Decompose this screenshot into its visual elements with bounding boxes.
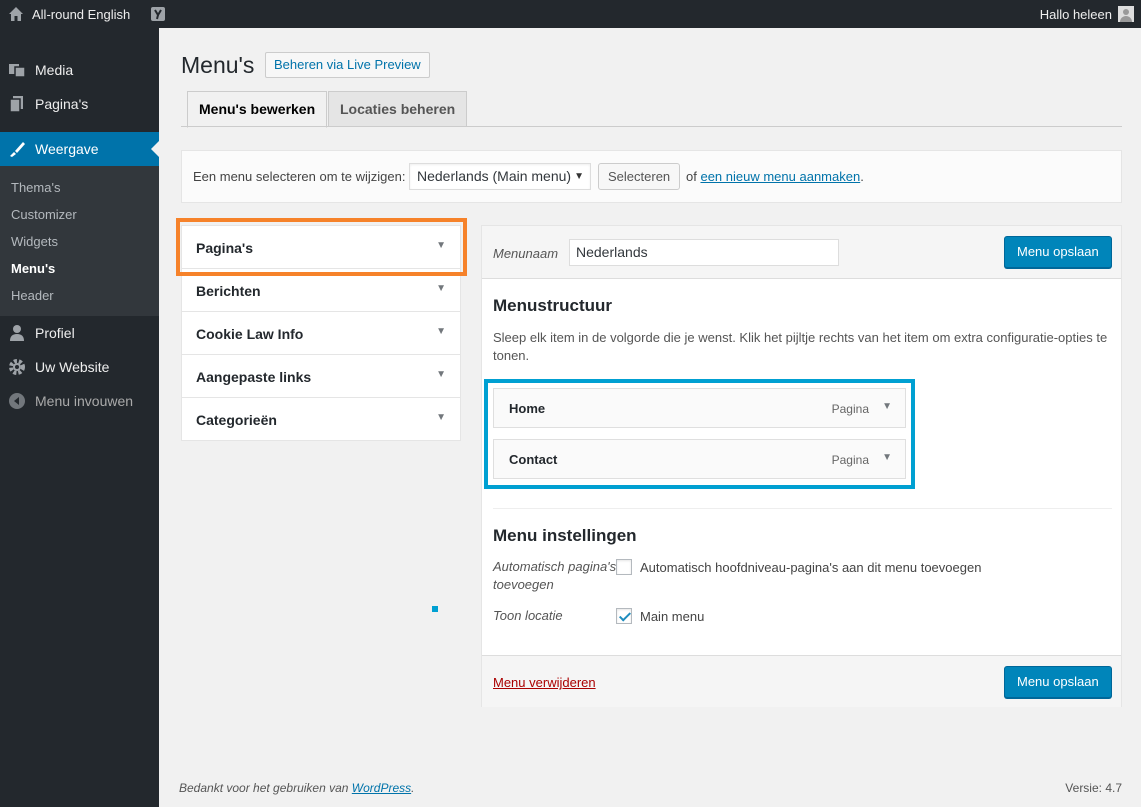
triangle-down-icon[interactable]: ▼ bbox=[436, 412, 446, 423]
triangle-down-icon[interactable]: ▼ bbox=[436, 369, 446, 380]
tab-divider bbox=[181, 126, 1122, 127]
footer-period: . bbox=[411, 781, 415, 795]
settings-icon bbox=[7, 357, 27, 377]
delete-menu-link[interactable]: Menu verwijderen bbox=[493, 675, 596, 690]
profile-icon bbox=[7, 323, 27, 343]
page-title: Menu's bbox=[181, 52, 255, 78]
site-name-link[interactable]: All-round English bbox=[32, 0, 130, 28]
appearance-submenu: Thema's Customizer Widgets Menu's Header bbox=[0, 166, 159, 316]
collapse-icon bbox=[7, 391, 27, 411]
submenu-item-widgets[interactable]: Widgets bbox=[11, 234, 58, 249]
accordion-cookie-law-info[interactable]: Cookie Law Info ▼ bbox=[182, 312, 460, 355]
admin-sidebar: Media Pagina's Weergave Thema's Customiz… bbox=[0, 28, 159, 807]
sidebar-item-label: Uw Website bbox=[35, 359, 110, 375]
caret-down-icon: ▼ bbox=[574, 171, 584, 182]
auto-add-label: Automatisch pagina's toevoegen bbox=[493, 559, 617, 592]
menu-select[interactable]: Nederlands (Main menu) ▼ bbox=[409, 163, 591, 190]
accordion-label: Aangepaste links bbox=[196, 369, 312, 385]
home-icon[interactable] bbox=[8, 0, 24, 28]
submenu-item-customizer[interactable]: Customizer bbox=[11, 207, 77, 222]
sidebar-item-label: Menu invouwen bbox=[35, 393, 134, 409]
footer-thanks-text: Bedankt voor het gebruiken van bbox=[179, 781, 349, 795]
sidebar-item-appearance[interactable]: Weergave bbox=[0, 132, 159, 166]
new-menu-link[interactable]: een nieuw menu aanmaken bbox=[700, 169, 860, 184]
panel-header: Menunaam Nederlands Menu opslaan bbox=[482, 226, 1121, 279]
yoast-icon[interactable] bbox=[150, 0, 166, 28]
select-button[interactable]: Selecteren bbox=[598, 163, 681, 190]
media-icon bbox=[7, 60, 27, 80]
or-label: of bbox=[686, 169, 697, 184]
highlight-box-orange bbox=[176, 218, 467, 276]
menu-name-input[interactable]: Nederlands bbox=[569, 239, 839, 266]
accordion-custom-links[interactable]: Aangepaste links ▼ bbox=[182, 355, 460, 398]
main-menu-checkbox[interactable] bbox=[616, 608, 632, 624]
sidebar-item-pages[interactable]: Pagina's bbox=[0, 87, 159, 121]
new-menu-text: of een nieuw menu aanmaken. bbox=[686, 169, 864, 184]
menu-select-value: Nederlands (Main menu) bbox=[417, 168, 572, 184]
live-preview-button[interactable]: Beheren via Live Preview bbox=[265, 52, 430, 78]
menu-structure-title: Menustructuur bbox=[493, 296, 612, 315]
triangle-down-icon[interactable]: ▼ bbox=[436, 326, 446, 337]
wordpress-link[interactable]: WordPress bbox=[352, 781, 411, 795]
panel-footer: Menu verwijderen Menu opslaan bbox=[482, 655, 1121, 707]
sidebar-item-label: Pagina's bbox=[35, 96, 89, 112]
save-menu-button[interactable]: Menu opslaan bbox=[1004, 236, 1112, 268]
accordion-label: Categorieën bbox=[196, 412, 277, 428]
section-divider bbox=[493, 508, 1112, 509]
menu-name-label: Menunaam bbox=[493, 246, 559, 261]
pages-icon bbox=[7, 94, 27, 114]
footer-thanks: Bedankt voor het gebruiken van WordPress… bbox=[179, 781, 414, 795]
menu-structure-description: Sleep elk item in de volgorde die je wen… bbox=[493, 330, 1108, 363]
sidebar-collapse[interactable]: Menu invouwen bbox=[0, 384, 159, 418]
sidebar-item-website[interactable]: Uw Website bbox=[0, 350, 159, 384]
period: . bbox=[860, 169, 864, 184]
main-menu-text: Main menu bbox=[640, 609, 705, 624]
sidebar-item-media[interactable]: Media bbox=[0, 53, 159, 87]
tab-edit-menus[interactable]: Menu's bewerken bbox=[187, 91, 328, 128]
auto-add-checkbox[interactable] bbox=[616, 559, 632, 575]
greeting-link[interactable]: Hallo heleen bbox=[1040, 7, 1112, 22]
accordion-categories[interactable]: Categorieën ▼ bbox=[182, 398, 460, 441]
tab-manage-locations[interactable]: Locaties beheren bbox=[328, 91, 468, 127]
submenu-item-menus[interactable]: Menu's bbox=[11, 261, 55, 276]
appearance-icon bbox=[7, 139, 27, 159]
accordion-label: Berichten bbox=[196, 283, 261, 299]
admin-bar: All-round English Hallo heleen bbox=[0, 0, 1141, 28]
avatar[interactable] bbox=[1118, 6, 1134, 22]
sidebar-item-label: Weergave bbox=[35, 141, 99, 157]
sidebar-item-label: Profiel bbox=[35, 325, 75, 341]
highlight-box-blue bbox=[484, 379, 915, 489]
location-label: Toon locatie bbox=[493, 608, 563, 623]
triangle-down-icon[interactable]: ▼ bbox=[436, 283, 446, 294]
submenu-item-header[interactable]: Header bbox=[11, 288, 54, 303]
sidebar-item-profile[interactable]: Profiel bbox=[0, 316, 159, 350]
menu-settings-title: Menu instellingen bbox=[493, 526, 637, 545]
accordion-label: Cookie Law Info bbox=[196, 326, 304, 342]
blue-marker bbox=[432, 606, 438, 612]
footer-version: Versie: 4.7 bbox=[1065, 781, 1122, 795]
auto-add-text: Automatisch hoofdniveau-pagina's aan dit… bbox=[640, 560, 982, 575]
save-menu-button-bottom[interactable]: Menu opslaan bbox=[1004, 666, 1112, 698]
submenu-item-themes[interactable]: Thema's bbox=[11, 180, 60, 195]
sidebar-item-label: Media bbox=[35, 62, 74, 78]
manage-label: Een menu selecteren om te wijzigen: bbox=[193, 169, 406, 184]
manage-menus-box: Een menu selecteren om te wijzigen: Nede… bbox=[181, 150, 1122, 203]
